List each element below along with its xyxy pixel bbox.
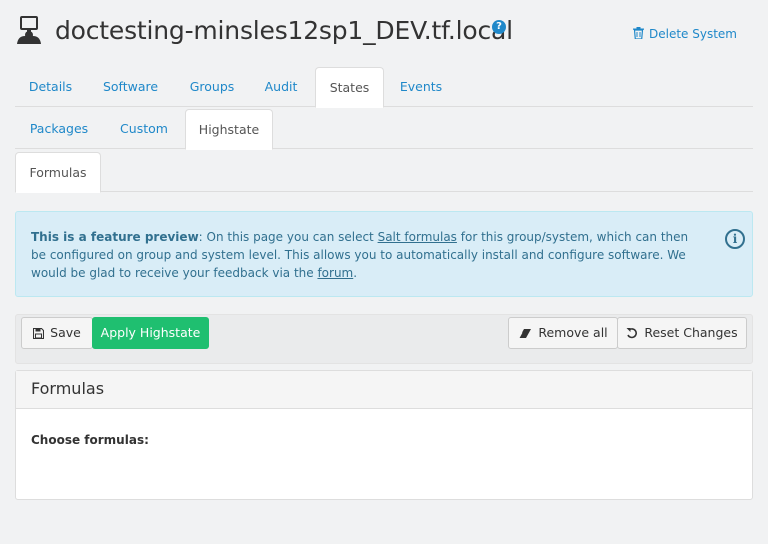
tab-highstate[interactable]: Highstate xyxy=(185,109,273,150)
feature-preview-alert: This is a feature preview: On this page … xyxy=(15,211,753,297)
tab-audit[interactable]: Audit xyxy=(252,67,310,107)
delete-system-label: Delete System xyxy=(649,27,737,41)
system-tabs: Details Software Groups Audit States Eve… xyxy=(15,67,753,108)
trash-icon xyxy=(633,27,644,40)
save-button[interactable]: Save xyxy=(21,317,93,349)
tab-software[interactable]: Software xyxy=(93,67,168,107)
delete-system-link[interactable]: Delete System xyxy=(633,27,737,41)
panel-title: Formulas xyxy=(16,371,752,409)
undo-icon xyxy=(626,328,638,339)
formulas-panel: Formulas Choose formulas: xyxy=(15,370,753,500)
remove-all-button[interactable]: Remove all xyxy=(508,317,618,349)
reset-changes-label: Reset Changes xyxy=(644,325,738,340)
help-icon[interactable]: ? xyxy=(492,20,506,34)
floppy-icon xyxy=(33,327,45,340)
remove-all-label: Remove all xyxy=(538,325,608,340)
alert-text-1: : On this page you can select xyxy=(198,230,378,244)
tab-custom[interactable]: Custom xyxy=(111,109,177,149)
save-label: Save xyxy=(50,325,81,340)
forum-link[interactable]: forum xyxy=(317,266,353,280)
tab-states[interactable]: States xyxy=(315,67,384,108)
formula-toolbar: Save Apply Highstate Remove all Reset Ch… xyxy=(15,314,753,364)
highstate-subtabs: Formulas xyxy=(15,152,753,193)
alert-lead: This is a feature preview xyxy=(31,230,199,244)
tab-formulas[interactable]: Formulas xyxy=(15,152,101,193)
alert-text-3: . xyxy=(353,266,358,280)
tab-details[interactable]: Details xyxy=(15,67,86,107)
salt-formulas-link[interactable]: Salt formulas xyxy=(378,230,457,244)
page-title: doctesting-minsles12sp1_DEV.tf.local xyxy=(55,16,513,45)
apply-highstate-button[interactable]: Apply Highstate xyxy=(92,317,209,349)
info-icon: i xyxy=(725,229,745,249)
tab-packages[interactable]: Packages xyxy=(15,109,103,149)
system-icon xyxy=(17,16,41,44)
reset-changes-button[interactable]: Reset Changes xyxy=(617,317,747,349)
tab-groups[interactable]: Groups xyxy=(179,67,245,107)
eraser-icon xyxy=(518,329,532,339)
states-subtabs: Packages Custom Highstate xyxy=(15,109,753,150)
tab-events[interactable]: Events xyxy=(390,67,452,107)
page-header: doctesting-minsles12sp1_DEV.tf.local ? D… xyxy=(15,14,753,54)
choose-formulas-label: Choose formulas: xyxy=(31,433,149,447)
